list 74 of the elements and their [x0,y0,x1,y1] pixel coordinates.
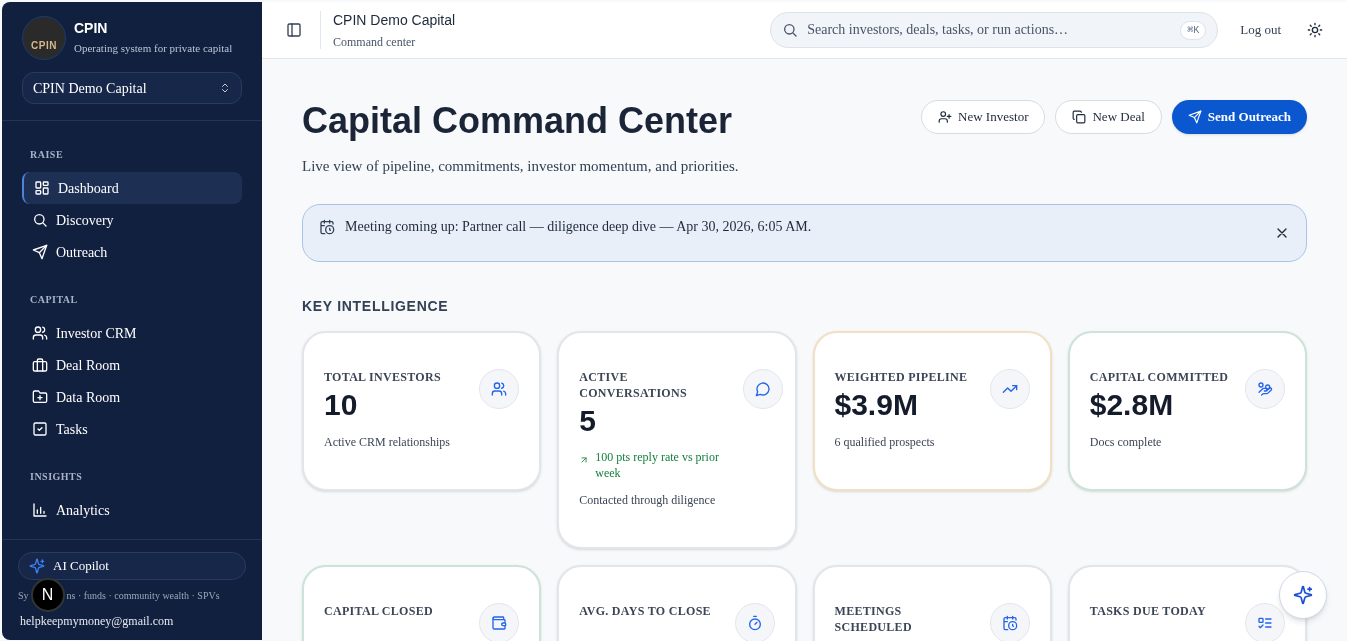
metric-note: Active CRM relationships [324,433,450,451]
brand-tagline: Operating system for private capital [74,40,233,56]
nav-item[interactable]: Deal Room [22,349,242,381]
copilot-fab[interactable] [1279,571,1327,619]
trend-text: 100 pts reply rate vs prior week [595,448,720,481]
search-icon [782,22,799,38]
nav-section-title: CAPITAL [29,293,79,307]
chevron-up-down-icon [219,82,231,94]
logo: CPIN [22,16,66,60]
briefcase-icon [32,357,48,373]
action-button[interactable]: Send Outreach [1171,100,1307,134]
dashboard-icon [34,180,50,196]
metric-value: 10 [324,386,359,423]
footer-text: Sy [18,588,29,603]
nav-item[interactable]: Outreach [22,236,242,268]
dev-badge[interactable]: N [30,578,65,612]
search-icon [32,212,48,228]
metric-value: $2.8M [1089,386,1175,423]
chat-bubble-icon [755,380,772,397]
nav-item[interactable]: Analytics [22,494,242,526]
nav-item[interactable]: Data Room [22,381,242,413]
nav-item[interactable]: Tasks [22,413,242,445]
metric-label: AVG. DAYS TO CLOSE [579,602,711,619]
logout-button[interactable]: Log out [1240,20,1281,40]
user-plus-icon [938,110,953,124]
brand-name: CPIN [74,19,109,36]
page-title: Capital Command Center [302,99,734,143]
metric-note: 6 qualified prospects [834,433,936,451]
metric-label: ACTIVE CONVERSATIONS [579,368,688,401]
metric-value: 5 [579,402,597,439]
send-icon [1187,110,1202,124]
nav-item[interactable]: Discovery [22,204,242,236]
folder-icon [32,389,48,405]
calendar-clock-icon [1001,614,1018,631]
arrow-up-right-icon [579,454,590,465]
metric-note: Contacted through diligence [579,491,717,509]
users-icon [491,380,508,397]
ai-copilot-button[interactable]: AI Copilot [18,552,246,580]
page-subtitle: Live view of pipeline, commitments, investor momentum, and priorities. [302,157,739,176]
workspace-switcher[interactable]: CPIN Demo Capital [22,72,242,104]
nav-item[interactable]: Dashboard [22,172,242,204]
metric-label: TOTAL INVESTORS [324,368,442,385]
nav-section-title: INSIGHTS [29,470,84,484]
sun-icon [1307,22,1323,38]
hand-coins-icon [1257,380,1273,397]
panel-icon [286,22,302,38]
action-button[interactable]: New Deal [1055,100,1162,134]
metric-label: WEIGHTED PIPELINE [834,368,968,385]
footer-text: ns · funds · community wealth · SPVs [66,588,220,603]
user-email: helpkeepmymoney@gmail.com [19,613,175,630]
checkbox-icon [32,421,48,437]
metric-note: Docs complete [1089,433,1163,451]
metric-label: CAPITAL COMMITTED [1089,368,1229,385]
theme-toggle-icon[interactable] [1307,22,1323,38]
header-title: CPIN Demo Capital [333,10,456,30]
timer-icon [746,614,763,631]
nav-section-title: RAISE [29,148,65,162]
metric-label: TASKS DUE TODAY [1089,602,1206,619]
nav-item[interactable]: Investor CRM [22,317,242,349]
sparkles-icon [1293,585,1313,605]
action-button[interactable]: New Investor [921,100,1046,134]
section-title: KEY INTELLIGENCE [302,296,450,316]
send-icon [32,244,48,260]
wallet-icon [491,614,508,631]
metric-value: $3.9M [834,386,919,423]
metric-label: CAPITAL CLOSED [324,602,433,619]
calendar-clock-icon [319,218,335,235]
bar-chart-icon [32,502,48,518]
banner-text: Meeting coming up: Partner call — diligence deep dive — Apr 30, 2026, 6:05 AM. [345,218,812,236]
copy-icon [1072,110,1087,124]
header-subtitle: Command center [333,33,417,51]
metric-label: MEETINGS SCHEDULED [834,602,913,635]
users-icon [32,325,48,341]
sparkles-icon [29,558,45,574]
